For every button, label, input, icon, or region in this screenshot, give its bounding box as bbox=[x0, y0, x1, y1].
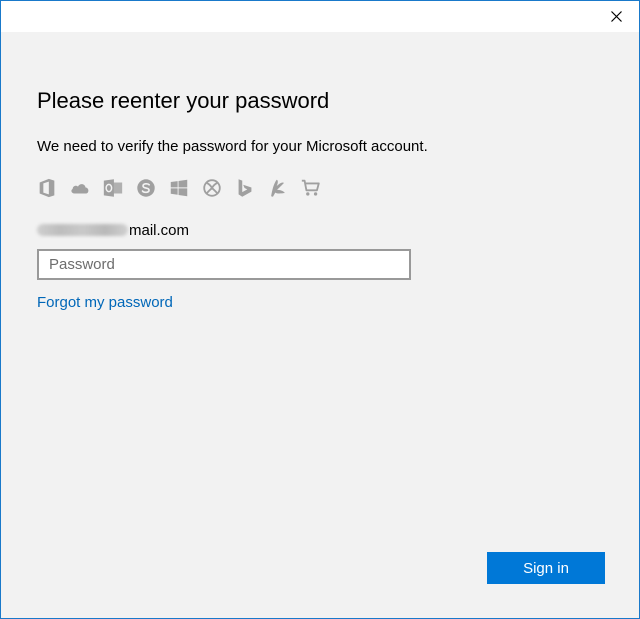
skype-icon bbox=[134, 176, 158, 200]
onedrive-icon bbox=[68, 176, 92, 200]
close-icon bbox=[610, 11, 622, 22]
signin-dialog-window: Please reenter your password We need to … bbox=[0, 0, 640, 619]
office-icon bbox=[35, 176, 59, 200]
sign-in-button[interactable]: Sign in bbox=[487, 552, 605, 584]
page-subtitle: We need to verify the password for your … bbox=[37, 138, 428, 155]
xbox-icon bbox=[200, 176, 224, 200]
forgot-password-link[interactable]: Forgot my password bbox=[37, 294, 173, 311]
windows-icon bbox=[167, 176, 191, 200]
email-prefix-obscured bbox=[37, 224, 128, 236]
bing-icon bbox=[233, 176, 257, 200]
password-input[interactable] bbox=[37, 249, 411, 280]
close-button[interactable] bbox=[593, 1, 639, 32]
page-title: Please reenter your password bbox=[37, 88, 330, 113]
email-domain-text: mail.com bbox=[129, 221, 190, 239]
microsoft-services-row bbox=[35, 176, 323, 200]
title-bar bbox=[1, 1, 639, 32]
msn-icon bbox=[266, 176, 290, 200]
account-email: mail.com bbox=[37, 220, 189, 240]
dialog-content: Please reenter your password We need to … bbox=[1, 32, 639, 618]
store-icon bbox=[299, 176, 323, 200]
outlook-icon bbox=[101, 176, 125, 200]
